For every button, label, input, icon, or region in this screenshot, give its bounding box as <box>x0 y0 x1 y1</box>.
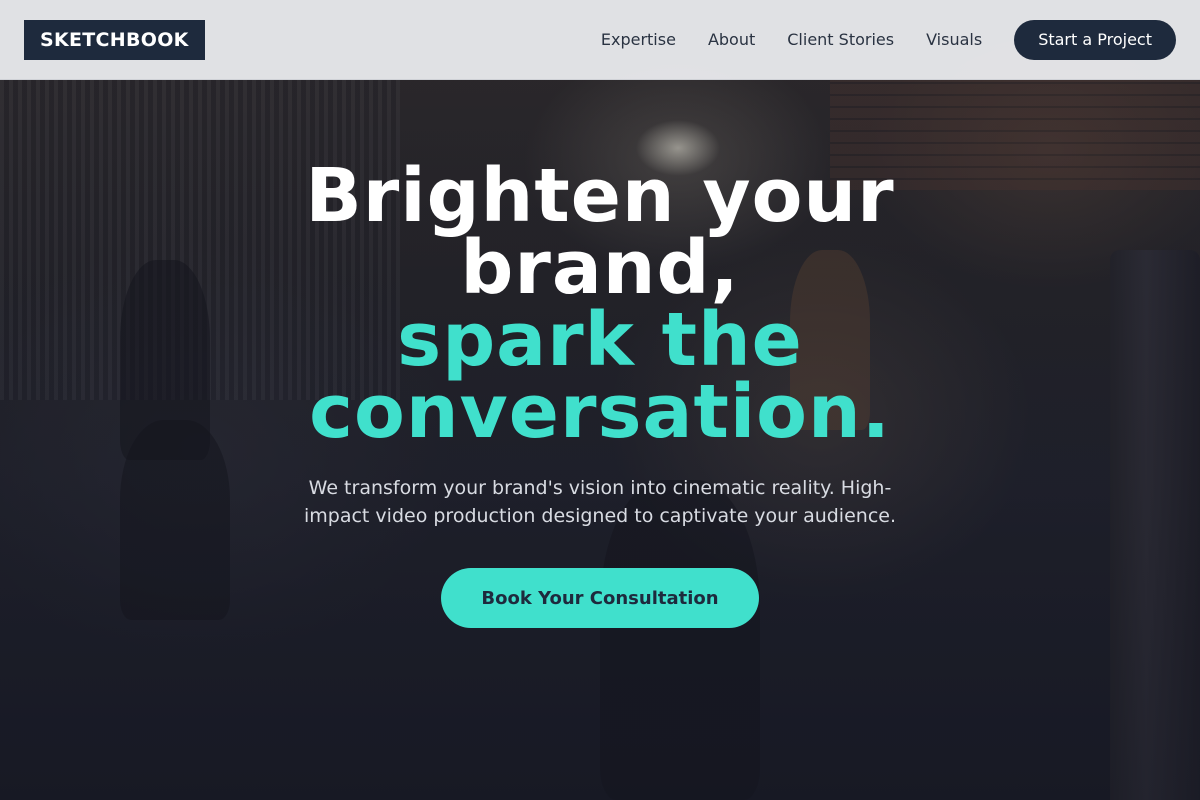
nav-link-client-stories[interactable]: Client Stories <box>787 30 894 49</box>
headline-line: brand, <box>460 225 740 311</box>
nav-link-visuals[interactable]: Visuals <box>926 30 982 49</box>
site-header: SKETCHBOOK Expertise About Client Storie… <box>0 0 1200 80</box>
book-consultation-button[interactable]: Book Your Consultation <box>441 568 759 628</box>
hero-section: Brighten your brand, spark the conversat… <box>0 153 1200 628</box>
headline-accent-line: spark the <box>397 297 803 383</box>
hero-subtext: We transform your brand's vision into ci… <box>304 477 896 527</box>
nav-link-expertise[interactable]: Expertise <box>601 30 676 49</box>
main-nav: Expertise About Client Stories Visuals S… <box>569 19 1176 60</box>
start-project-button[interactable]: Start a Project <box>1014 19 1176 60</box>
headline-line: Brighten your <box>305 153 895 239</box>
headline-accent-line: conversation. <box>309 369 891 455</box>
brand-logo[interactable]: SKETCHBOOK <box>24 19 205 60</box>
hero-headline: Brighten your brand, spark the conversat… <box>0 153 1200 455</box>
nav-link-about[interactable]: About <box>708 30 755 49</box>
